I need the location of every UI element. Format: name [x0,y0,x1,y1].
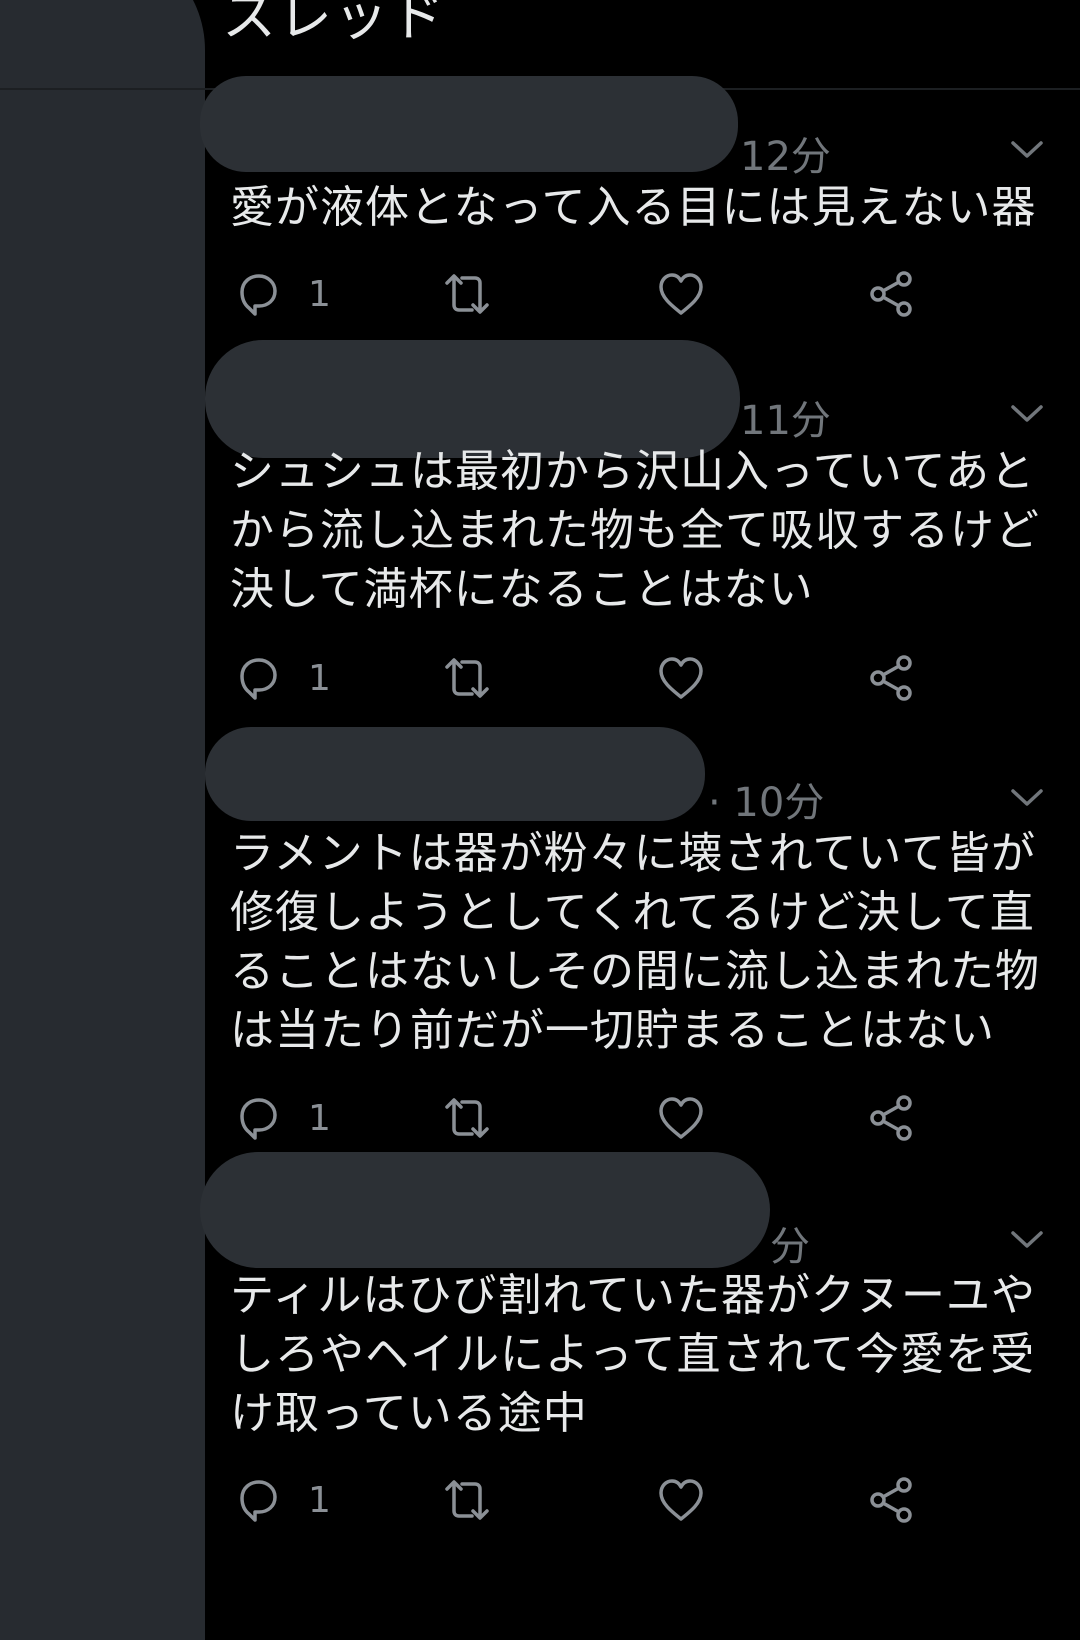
like-button[interactable] [656,268,706,320]
author-name-redaction [200,1152,770,1268]
author-name-redaction [200,76,738,172]
author-name-redaction [205,727,705,821]
retweet-button[interactable] [442,268,492,320]
reply-count: 1 [308,1479,331,1521]
tweet-text: 愛が液体となって入る目には見えない器 [230,182,1037,233]
tweet-time: 分 [770,1224,810,1270]
reply-button[interactable]: 1 [232,652,331,704]
author-name-redaction [205,340,740,458]
reply-count: 1 [308,1097,331,1139]
retweet-icon [445,1480,489,1520]
heart-icon [659,1479,703,1521]
reply-count: 1 [308,273,331,315]
reply-button[interactable]: 1 [232,1092,331,1144]
share-icon [870,1477,912,1523]
retweet-button[interactable] [442,1092,492,1144]
heart-icon [659,657,703,699]
heart-icon [659,273,703,315]
chevron-down-icon[interactable] [1010,788,1044,808]
chevron-down-icon[interactable] [1010,404,1044,424]
retweet-icon [445,658,489,698]
reply-count: 1 [308,657,331,699]
retweet-icon [445,274,489,314]
tweet-text: ラメントは器が粉々に壊されていて皆が修復しようとしてくれてるけど決して直ることは… [230,828,1040,1056]
reply-icon [240,1098,277,1140]
like-button[interactable] [656,1092,706,1144]
retweet-button[interactable] [442,652,492,704]
like-button[interactable] [656,652,706,704]
reply-icon [240,1480,277,1522]
tweet-actions: 1 [232,268,952,320]
tweet-time: 11分 [740,398,831,444]
chevron-down-icon[interactable] [1010,140,1044,160]
retweet-icon [445,1098,489,1138]
tweet-time: · 10分 [708,780,825,826]
chevron-down-icon[interactable] [1010,1230,1044,1250]
retweet-button[interactable] [442,1474,492,1526]
reply-icon [240,658,277,700]
tweet-text: ティルはひび割れていた器がクヌーユやしろやヘイルによって直されて今愛を受け取って… [230,1270,1037,1439]
reply-button[interactable]: 1 [232,1474,331,1526]
avatar-redaction [0,0,205,1640]
tweet-time: 12分 [740,134,831,180]
share-button[interactable] [866,1092,916,1144]
tweet-actions: 1 [232,1474,952,1526]
like-button[interactable] [656,1474,706,1526]
share-icon [870,271,912,317]
tweet-text: シュシュは最初から沢山入っていてあとから流し込まれた物も全て吸収するけど決して満… [230,446,1040,615]
tweet-actions: 1 [232,1092,952,1144]
heart-icon [659,1097,703,1139]
reply-button[interactable]: 1 [232,268,331,320]
share-button[interactable] [866,268,916,320]
share-icon [870,655,912,701]
page-title: スレッド [222,0,446,48]
share-button[interactable] [866,652,916,704]
reply-icon [240,274,277,316]
share-button[interactable] [866,1474,916,1526]
share-icon [870,1095,912,1141]
tweet-actions: 1 [232,652,952,704]
